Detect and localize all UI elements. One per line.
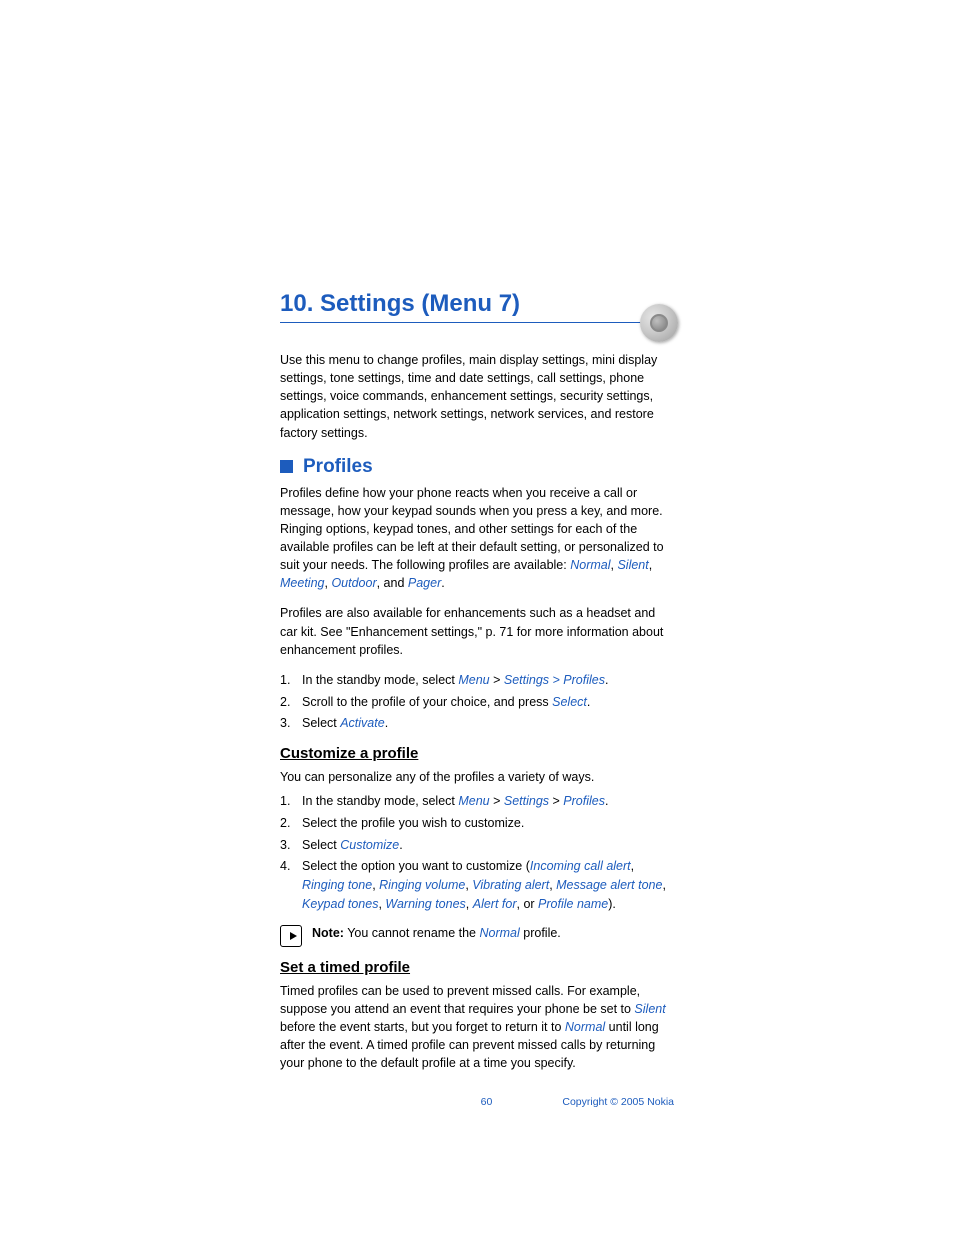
profile-normal: Normal (565, 1020, 605, 1034)
list-number: 1. (280, 792, 302, 811)
ui-select: Select (552, 695, 587, 709)
opt-vibrating-alert: Vibrating alert (472, 878, 549, 892)
list-item: 2. Select the profile you wish to custom… (280, 814, 674, 833)
opt-warning-tones: Warning tones (385, 897, 465, 911)
and: , and (377, 576, 408, 590)
page-number: 60 (481, 1096, 493, 1108)
page-footer: 60 Copyright © 2005 Nokia (280, 1096, 674, 1108)
gt: > (490, 673, 504, 687)
text: Select (302, 716, 340, 730)
opt-ringing-volume: Ringing volume (379, 878, 465, 892)
ui-settings-profiles: Settings > Profiles (504, 673, 605, 687)
text: You cannot rename the (344, 926, 480, 940)
intro-paragraph: Use this menu to change profiles, main d… (280, 351, 674, 442)
opt-profile-name: Profile name (538, 897, 608, 911)
note-icon (280, 925, 302, 947)
ui-menu: Menu (458, 794, 489, 808)
note-text: Note: You cannot rename the Normal profi… (312, 924, 561, 942)
end: ). (608, 897, 616, 911)
text: before the event starts, but you forget … (280, 1020, 565, 1034)
sep: , (649, 558, 652, 572)
text: profile. (520, 926, 561, 940)
gt: > (490, 794, 504, 808)
ui-settings: Settings (504, 794, 549, 808)
list-number: 1. (280, 671, 302, 690)
profiles-heading: Profiles (303, 456, 373, 478)
gt: > (549, 794, 563, 808)
list-body: Scroll to the profile of your choice, an… (302, 693, 674, 712)
text: Scroll to the profile of your choice, an… (302, 695, 552, 709)
text: Select the option you want to customize … (302, 859, 530, 873)
or: , or (517, 897, 539, 911)
period: . (385, 716, 388, 730)
timed-heading: Set a timed profile (280, 959, 674, 976)
list-item: 1. In the standby mode, select Menu > Se… (280, 671, 674, 690)
timed-paragraph: Timed profiles can be used to prevent mi… (280, 982, 674, 1073)
chapter-title: 10. Settings (Menu 7) (280, 290, 674, 322)
period: . (441, 576, 444, 590)
list-body: Select Customize. (302, 836, 674, 855)
opt-incoming-call-alert: Incoming call alert (530, 859, 631, 873)
ui-customize: Customize (340, 838, 399, 852)
profile-silent: Silent (634, 1002, 665, 1016)
period: . (587, 695, 590, 709)
text: In the standby mode, select (302, 673, 458, 687)
list-body: In the standby mode, select Menu > Setti… (302, 792, 674, 811)
settings-icon-inner (650, 314, 668, 332)
list-number: 4. (280, 857, 302, 913)
text: In the standby mode, select (302, 794, 458, 808)
list-number: 2. (280, 814, 302, 833)
list-item: 2. Scroll to the profile of your choice,… (280, 693, 674, 712)
customize-heading: Customize a profile (280, 745, 674, 762)
list-item: 1. In the standby mode, select Menu > Se… (280, 792, 674, 811)
copyright: Copyright © 2005 Nokia (562, 1096, 674, 1108)
ui-profiles: Profiles (563, 794, 605, 808)
profile-pager: Pager (408, 576, 441, 590)
list-item: 4. Select the option you want to customi… (280, 857, 674, 913)
text: Select (302, 838, 340, 852)
profile-meeting: Meeting (280, 576, 324, 590)
list-number: 3. (280, 836, 302, 855)
profile-normal: Normal (570, 558, 610, 572)
sep: , (662, 878, 665, 892)
opt-message-alert-tone: Message alert tone (556, 878, 662, 892)
list-number: 2. (280, 693, 302, 712)
ui-activate: Activate (340, 716, 384, 730)
period: . (605, 794, 608, 808)
list-body: In the standby mode, select Menu > Setti… (302, 671, 674, 690)
list-number: 3. (280, 714, 302, 733)
opt-keypad-tones: Keypad tones (302, 897, 378, 911)
note-row: Note: You cannot rename the Normal profi… (280, 924, 674, 947)
profile-silent: Silent (617, 558, 648, 572)
list-body: Select the profile you wish to customize… (302, 814, 674, 833)
settings-wrench-icon (640, 304, 678, 342)
profile-outdoor: Outdoor (331, 576, 376, 590)
chapter-title-row: 10. Settings (Menu 7) (280, 290, 674, 323)
opt-alert-for: Alert for (473, 897, 517, 911)
profiles-paragraph-1: Profiles define how your phone reacts wh… (280, 484, 674, 593)
profile-normal: Normal (479, 926, 519, 940)
document-page: 10. Settings (Menu 7) Use this menu to c… (0, 0, 954, 1168)
sep: , (466, 897, 473, 911)
list-item: 3. Select Customize. (280, 836, 674, 855)
square-bullet-icon (280, 460, 293, 473)
customize-intro: You can personalize any of the profiles … (280, 768, 674, 786)
list-body: Select Activate. (302, 714, 674, 733)
period: . (399, 838, 402, 852)
note-label: Note: (312, 926, 344, 940)
profiles-steps-list: 1. In the standby mode, select Menu > Se… (280, 671, 674, 733)
period: . (605, 673, 608, 687)
customize-steps-list: 1. In the standby mode, select Menu > Se… (280, 792, 674, 914)
profiles-paragraph-2: Profiles are also available for enhancem… (280, 604, 674, 658)
section-header-profiles: Profiles (280, 456, 674, 478)
list-body: Select the option you want to customize … (302, 857, 674, 913)
list-item: 3. Select Activate. (280, 714, 674, 733)
opt-ringing-tone: Ringing tone (302, 878, 372, 892)
sep: , (631, 859, 634, 873)
text: Timed profiles can be used to prevent mi… (280, 984, 640, 1016)
ui-menu: Menu (458, 673, 489, 687)
